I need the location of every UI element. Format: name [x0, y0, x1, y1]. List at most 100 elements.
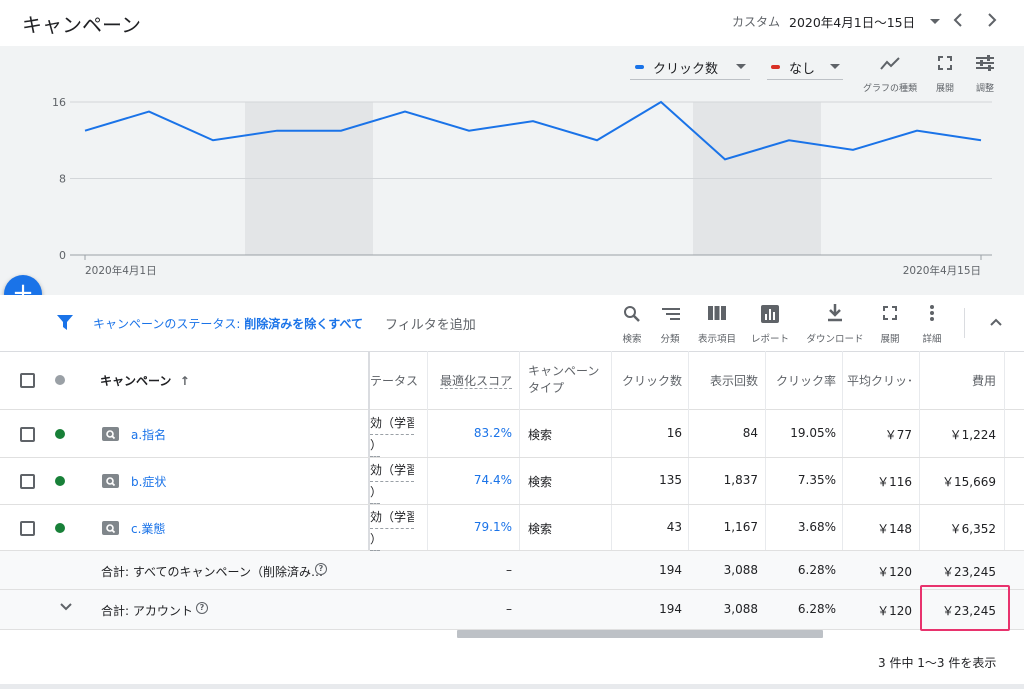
report-icon[interactable] [761, 305, 779, 323]
date-range-dropdown-icon[interactable] [930, 19, 940, 24]
header-campaign[interactable]: キャンペーン ↑ [100, 372, 190, 389]
report-label[interactable]: レポート [745, 331, 795, 345]
campaign-type: 検索 [528, 475, 553, 489]
total-account-ctr: 6.28% [797, 602, 836, 616]
campaign-status[interactable]: 効（学習 ） [370, 460, 414, 504]
date-range-selector[interactable]: 2020年4月1日〜15日 [789, 12, 915, 31]
more-icon[interactable] [929, 304, 935, 322]
y-tick-label: 8 [59, 173, 66, 186]
total-all-label: 合計: すべてのキャンペーン（削除済み… [101, 565, 323, 579]
total-all-opt-score: – [506, 563, 512, 577]
columns-icon[interactable] [708, 306, 726, 320]
expand-table-label[interactable]: 展開 [875, 331, 905, 345]
header-opt-score-label: 最適化スコア [439, 374, 512, 389]
add-filter-button[interactable]: フィルタを追加 [385, 314, 476, 333]
campaign-name-link[interactable]: b.症状 [131, 473, 166, 490]
search-icon[interactable] [623, 305, 641, 323]
opt-score[interactable]: 79.1% [430, 520, 512, 534]
chart-panel: クリック数 なし グラフの種類 展開 調整 0 8 16 2020年4月1日 2020年… [0, 46, 1024, 295]
header-cost[interactable]: 費用 [920, 372, 996, 389]
sort-asc-icon: ↑ [175, 374, 190, 388]
row-checkbox[interactable] [20, 521, 35, 536]
campaign-status-line2: ） [370, 435, 382, 457]
ctr: 19.05% [790, 426, 836, 440]
total-account-impressions: 3,088 [723, 602, 758, 616]
expand-table-icon[interactable] [883, 306, 897, 320]
total-account-label: 合計: アカウント [101, 604, 193, 618]
impressions: 1,837 [723, 473, 758, 487]
campaign-status[interactable]: 効（学習 ） [370, 507, 414, 551]
status-enabled-dot [55, 476, 65, 486]
page-header: キャンペーン カスタム 2020年4月1日〜15日 [0, 0, 1024, 47]
x-start-label: 2020年4月1日 [85, 264, 157, 277]
header-impressions[interactable]: 表示回数 [690, 372, 758, 389]
filter-icon[interactable] [57, 315, 73, 330]
campaign-table: キャンペーン ↑ テータス 最適化スコア キャンペーンタイプ クリック数 表示回… [0, 351, 1024, 631]
page-bottom-edge [0, 684, 1024, 689]
collapse-icon[interactable] [989, 317, 1003, 327]
horizontal-scrollbar[interactable] [457, 630, 823, 638]
total-account-avg-cpc: ￥120 [877, 604, 912, 618]
campaign-status-line2: ） [370, 482, 382, 504]
download-label[interactable]: ダウンロード [802, 331, 868, 345]
clicks: 43 [666, 520, 682, 534]
ctr: 3.68% [797, 520, 836, 534]
status-filter-value: 削除済みを除くすべて [244, 317, 363, 331]
avg-cpc: ￥116 [877, 475, 912, 489]
header-opt-score[interactable]: 最適化スコア [430, 372, 512, 389]
campaign-status[interactable]: 効（学習 ） [370, 413, 414, 457]
page-title: キャンペーン [22, 13, 141, 37]
select-all-checkbox[interactable] [20, 373, 35, 388]
total-all-avg-cpc: ￥120 [877, 565, 912, 579]
clicks: 16 [666, 426, 682, 440]
campaign-status-line1: 効（学習 [370, 460, 414, 482]
status-filter-chip[interactable]: キャンペーンのステータス: 削除済みを除くすべて [93, 315, 363, 332]
header-campaign-label: キャンペーン [100, 374, 172, 388]
campaign-name-link[interactable]: a.指名 [131, 426, 166, 443]
filter-bar: キャンペーンのステータス: 削除済みを除くすべて フィルタを追加 検索 分類 表… [0, 295, 1024, 352]
campaign-name-link[interactable]: c.業態 [131, 520, 165, 537]
cost: ￥1,224 [949, 428, 996, 442]
columns-label[interactable]: 表示項目 [692, 331, 742, 345]
more-label[interactable]: 詳細 [917, 331, 947, 345]
status-dot-header [55, 375, 65, 385]
download-icon[interactable] [827, 304, 843, 322]
chevron-right-icon[interactable] [985, 12, 999, 28]
total-all-clicks: 194 [659, 563, 682, 577]
help-icon[interactable]: ? [315, 563, 327, 575]
help-icon[interactable]: ? [196, 602, 208, 614]
search-campaign-icon [102, 521, 119, 535]
segment-icon[interactable] [662, 307, 680, 321]
search-campaign-icon [102, 474, 119, 488]
impressions: 84 [742, 426, 758, 440]
cost: ￥15,669 [942, 475, 996, 489]
row-divider [0, 457, 1024, 458]
opt-score[interactable]: 74.4% [430, 473, 512, 487]
status-filter-label: キャンペーンのステータス: [93, 317, 241, 331]
campaign-status-line1: 効（学習 [370, 413, 414, 435]
status-enabled-dot [55, 429, 65, 439]
chevron-left-icon[interactable] [951, 12, 965, 28]
header-campaign-type[interactable]: キャンペーンタイプ [528, 363, 600, 397]
header-avg-cpc[interactable]: 平均クリッ･ [843, 372, 913, 389]
chevron-down-icon[interactable] [59, 602, 73, 612]
campaign-status-line1: 効（学習 [370, 507, 414, 529]
clicks-series-line [84, 100, 982, 161]
row-divider [0, 409, 1024, 410]
total-account-clicks: 194 [659, 602, 682, 616]
campaign-type: 検索 [528, 522, 553, 536]
row-divider [0, 589, 1024, 590]
opt-score[interactable]: 83.2% [430, 426, 512, 440]
pagination-text: 3 件中 1〜3 件を表示 [878, 656, 997, 670]
search-campaign-icon [102, 427, 119, 441]
avg-cpc: ￥148 [877, 522, 912, 536]
total-all-cost: ￥23,245 [942, 565, 996, 579]
search-label[interactable]: 検索 [612, 331, 652, 345]
header-status[interactable]: テータス [370, 372, 418, 389]
header-ctr[interactable]: クリック率 [766, 372, 836, 389]
total-account-opt-score: – [506, 602, 512, 616]
row-checkbox[interactable] [20, 474, 35, 489]
row-checkbox[interactable] [20, 427, 35, 442]
segment-label[interactable]: 分類 [650, 331, 690, 345]
header-clicks[interactable]: クリック数 [612, 372, 682, 389]
